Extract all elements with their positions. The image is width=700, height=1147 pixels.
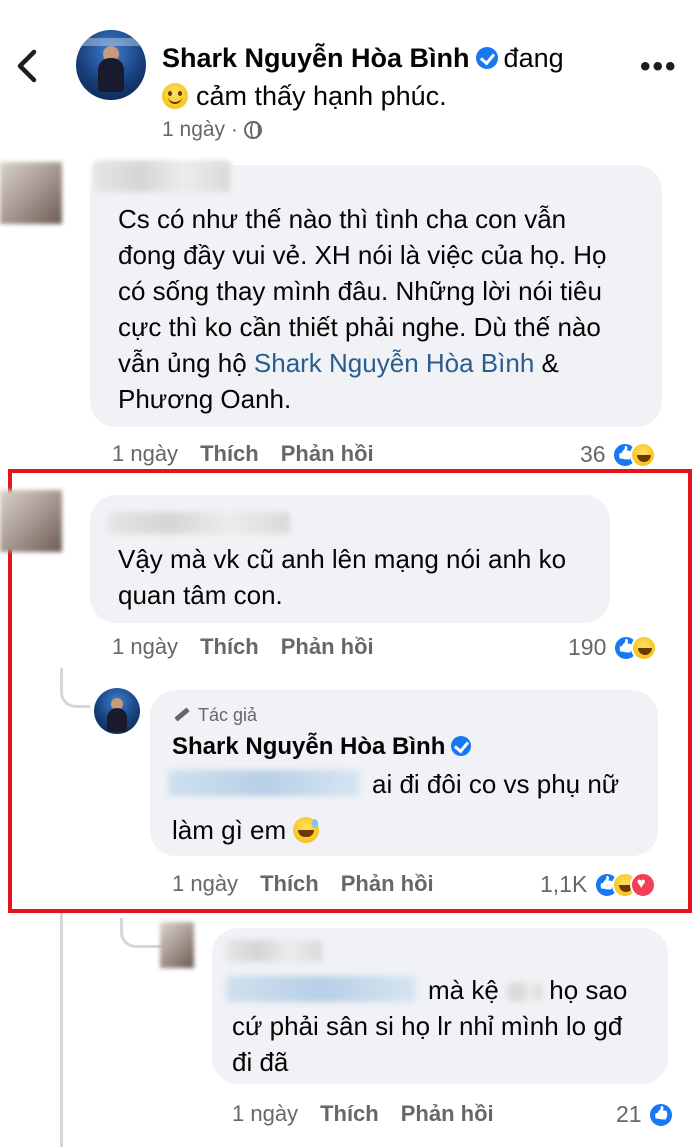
comment-line: có sống thay mình đâu. Những lời nói tiê… (118, 276, 602, 306)
mention-link[interactable]: Shark Nguyễn Hòa Bình (254, 348, 534, 378)
thread-connector (60, 668, 90, 708)
author-badge-label: Tác giả (198, 705, 258, 725)
post-time[interactable]: 1 ngày · (162, 118, 238, 141)
reply-button[interactable]: Phản hồi (281, 441, 374, 466)
like-button[interactable]: Thích (200, 634, 259, 659)
text-fragment: làm gì em (172, 815, 287, 845)
comment-line: Vậy mà vk cũ anh lên mạng nói anh ko (118, 544, 567, 574)
reaction-summary[interactable]: 36 (580, 441, 656, 468)
comment-actions: 1 ngày Thích Phản hồi (112, 634, 374, 660)
comment-line: Phương Oanh. (118, 384, 292, 414)
mentioned-name-blurred (168, 770, 360, 796)
thread-line (60, 913, 63, 1147)
reply-text-line: cứ phải sân si họ lr nhỉ mình lo gđ (232, 1011, 623, 1041)
comment-text: Vậy mà vk cũ anh lên mạng nói anh ko qua… (118, 541, 566, 613)
like-button[interactable]: Thích (200, 441, 259, 466)
replier-name-blurred (226, 940, 322, 962)
smile-emoji-icon (162, 83, 188, 109)
word-blurred (506, 983, 543, 1001)
reaction-count: 190 (568, 634, 607, 660)
comment-line: quan tâm con. (118, 580, 283, 610)
commenter-name-blurred (94, 162, 230, 192)
like-button[interactable]: Thích (260, 871, 319, 896)
reaction-count: 36 (580, 441, 606, 467)
author-badge: Tác giả (174, 705, 257, 726)
reply-text-line: ai đi đôi co vs phụ nữ (372, 769, 620, 799)
comment-line: đong đầy vui vẻ. XH nói là việc của họ. … (118, 240, 607, 270)
author-reply-avatar[interactable] (94, 688, 140, 734)
reaction-summary[interactable]: 1,1K (540, 871, 656, 898)
post-header-title: Shark Nguyễn Hòa Bình đang (162, 42, 564, 74)
reply-button[interactable]: Phản hồi (281, 634, 374, 659)
comment-time[interactable]: 1 ngày (172, 871, 238, 896)
reaction-summary[interactable]: 21 (616, 1101, 674, 1128)
comment-line: Cs có như thế nào thì tình cha con vẫn (118, 204, 567, 234)
feeling-line: cảm thấy hạnh phúc. (162, 80, 447, 112)
reply-text-line: đi đã (232, 1047, 289, 1077)
text-fragment: vẫn ủng hộ (118, 348, 254, 378)
reply-button[interactable]: Phản hồi (341, 871, 434, 896)
reply-button[interactable]: Phản hồi (401, 1101, 494, 1126)
author-name-link[interactable]: Shark Nguyễn Hòa Bình (172, 733, 445, 760)
author-avatar[interactable] (76, 30, 146, 100)
status-word: đang (503, 43, 564, 73)
haha-reaction-icon (629, 442, 656, 468)
verified-badge-icon (475, 47, 498, 69)
reply-author-name: Shark Nguyễn Hòa Bình (172, 733, 477, 761)
reply-text-line: mà kệ họ sao (428, 972, 627, 1008)
verified-badge-icon (451, 736, 472, 756)
reaction-count: 1,1K (540, 871, 588, 897)
comment-actions: 1 ngày Thích Phản hồi (112, 441, 374, 467)
feeling-text: cảm thấy hạnh phúc. (196, 81, 447, 111)
author-name-link[interactable]: Shark Nguyễn Hòa Bình (162, 43, 470, 73)
comment-time[interactable]: 1 ngày (232, 1101, 298, 1126)
like-button[interactable]: Thích (320, 1101, 379, 1126)
replier-avatar[interactable] (160, 922, 194, 968)
pencil-icon (174, 707, 190, 722)
mentioned-name-blurred (226, 976, 416, 1002)
reaction-count: 21 (616, 1101, 642, 1127)
grin-sweat-emoji-icon (293, 817, 320, 843)
more-options-icon[interactable]: ••• (640, 50, 678, 84)
love-reaction-icon (629, 872, 656, 898)
like-reaction-icon (647, 1102, 674, 1128)
post-meta: 1 ngày · (162, 118, 262, 142)
text-fragment: họ sao (549, 975, 628, 1005)
comment-time[interactable]: 1 ngày (112, 441, 178, 466)
back-arrow-icon[interactable] (14, 48, 38, 84)
comment-time[interactable]: 1 ngày (112, 634, 178, 659)
reply-actions: 1 ngày Thích Phản hồi (232, 1101, 494, 1127)
globe-icon (243, 121, 262, 139)
reply-text-line: làm gì em (172, 812, 327, 848)
comment-line: cực thì ko cần thiết phải nghe. Dù thế n… (118, 312, 601, 342)
commenter-avatar[interactable] (0, 490, 62, 552)
reaction-summary[interactable]: 190 (568, 634, 657, 661)
text-fragment: & (534, 348, 559, 378)
comment-line: vẫn ủng hộ Shark Nguyễn Hòa Bình & (118, 345, 607, 381)
text-fragment: mà kệ (428, 975, 499, 1005)
reply-actions: 1 ngày Thích Phản hồi (172, 871, 434, 897)
commenter-avatar[interactable] (0, 162, 62, 224)
haha-reaction-icon (630, 635, 657, 661)
commenter-name-blurred (108, 512, 290, 534)
comment-text: Cs có như thế nào thì tình cha con vẫn đ… (118, 201, 607, 417)
thread-connector (120, 918, 164, 948)
